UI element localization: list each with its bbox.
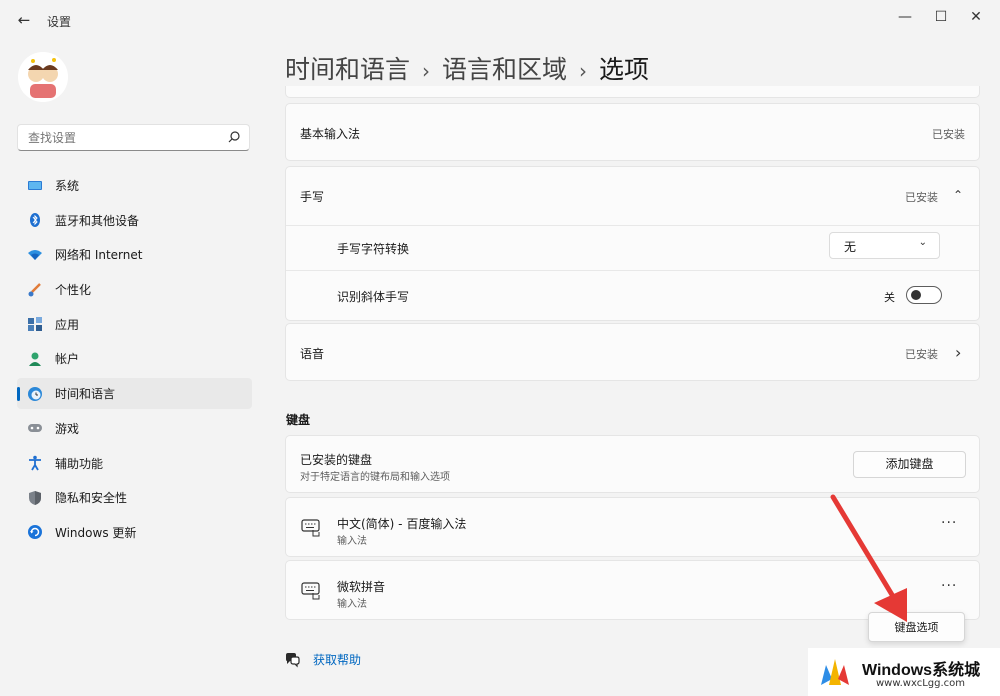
accessibility-icon xyxy=(29,455,41,471)
person-icon xyxy=(29,352,41,366)
title-bar: ← 设置 — ☐ ✕ xyxy=(0,0,1000,40)
sidebar-item-label: 应用 xyxy=(55,317,80,332)
divider xyxy=(286,270,979,271)
divider xyxy=(286,225,979,226)
sidebar-item-label: 网络和 Internet xyxy=(55,248,143,263)
speech-status: 已安装 xyxy=(905,348,938,361)
app-title: 设置 xyxy=(47,15,72,29)
sidebar-item-label: Windows 更新 xyxy=(55,525,137,540)
get-help-label: 获取帮助 xyxy=(313,653,362,667)
keyboard-type: 输入法 xyxy=(337,599,367,610)
breadcrumb-time-language[interactable]: 时间和语言 xyxy=(285,55,410,84)
keyboard-item-microsoft-pinyin[interactable]: 微软拼音 输入法 ··· xyxy=(285,560,980,620)
speech-title: 语音 xyxy=(300,347,325,361)
sidebar-item-label: 系统 xyxy=(55,179,80,193)
more-options-icon[interactable]: ··· xyxy=(941,515,957,531)
search-icon[interactable] xyxy=(227,130,241,144)
italic-handwriting-toggle[interactable] xyxy=(906,286,942,304)
keyboard-name: 中文(简体) - 百度输入法 xyxy=(337,517,467,531)
monitor-icon xyxy=(28,180,42,190)
globe-clock-icon xyxy=(28,386,42,401)
breadcrumb: 时间和语言 › 语言和区域 › 选项 xyxy=(285,50,649,86)
back-icon[interactable]: ← xyxy=(14,10,34,30)
watermark-title: Windows系统城 xyxy=(862,662,981,679)
breadcrumb-separator: › xyxy=(422,59,431,83)
sidebar-item-label: 个性化 xyxy=(55,283,92,298)
page-title: 选项 xyxy=(599,55,650,84)
keyboard-icon xyxy=(301,519,320,537)
handwriting-conversion-label: 手写字符转换 xyxy=(337,242,410,256)
sidebar-item-windows-update[interactable]: Windows 更新 xyxy=(17,517,252,548)
get-help-link[interactable]: 获取帮助 xyxy=(284,651,361,668)
sidebar-item-label: 游戏 xyxy=(55,421,80,436)
speech-card[interactable]: 语音 已安装 › xyxy=(285,323,980,381)
watermark-url: www.wxcLgg.com xyxy=(876,678,966,689)
gamepad-icon xyxy=(28,424,42,433)
bluetooth-icon xyxy=(30,213,40,228)
sidebar-item-label: 蓝牙和其他设备 xyxy=(55,213,140,228)
shield-icon xyxy=(29,490,41,505)
close-button[interactable]: ✕ xyxy=(961,7,991,27)
chevron-down-icon: ⌄ xyxy=(918,237,927,248)
keyboard-name: 微软拼音 xyxy=(337,580,386,594)
keyboard-section-heading: 键盘 xyxy=(286,413,311,427)
basic-input-card[interactable]: 基本输入法 已安装 xyxy=(285,103,980,161)
basic-input-status: 已安装 xyxy=(932,128,965,141)
basic-input-title: 基本输入法 xyxy=(300,127,361,141)
dropdown-value: 无 xyxy=(844,240,857,254)
sidebar-item-system[interactable]: 系统 xyxy=(17,170,252,201)
avatar[interactable] xyxy=(18,52,68,102)
keyboard-item-baidu[interactable]: 中文(简体) - 百度输入法 输入法 ··· xyxy=(285,497,980,557)
brush-icon xyxy=(28,282,41,297)
handwriting-title: 手写 xyxy=(300,190,325,204)
installed-keyboards-subtitle: 对于特定语言的键布局和输入选项 xyxy=(300,472,450,483)
breadcrumb-separator: › xyxy=(579,59,588,83)
italic-toggle-state: 关 xyxy=(884,291,895,304)
sidebar-item-privacy[interactable]: 隐私和安全性 xyxy=(17,482,252,513)
search-input[interactable] xyxy=(17,124,250,151)
windows-logo-icon xyxy=(821,659,849,685)
installed-keyboards-title: 已安装的键盘 xyxy=(300,453,373,467)
sidebar-item-label: 帐户 xyxy=(55,352,80,367)
add-keyboard-button[interactable]: 添加键盘 xyxy=(853,451,966,478)
sidebar-item-accounts[interactable]: 帐户 xyxy=(17,343,252,374)
chevron-right-icon: › xyxy=(955,343,962,362)
more-options-icon[interactable]: ··· xyxy=(941,578,957,594)
sidebar-item-label: 辅助功能 xyxy=(55,456,104,471)
keyboard-type: 输入法 xyxy=(337,536,367,547)
maximize-button[interactable]: ☐ xyxy=(926,7,956,27)
breadcrumb-language-region[interactable]: 语言和区域 xyxy=(442,55,567,84)
handwriting-conversion-dropdown[interactable]: 无 ⌄ xyxy=(829,232,940,259)
sidebar-item-accessibility[interactable]: 辅助功能 xyxy=(17,448,252,479)
sidebar-item-label: 隐私和安全性 xyxy=(55,491,128,506)
toggle-knob xyxy=(911,290,921,300)
sidebar-nav: 系统 蓝牙和其他设备 网络和 Internet 个性化 应用 帐户 时间和语言 … xyxy=(17,170,252,552)
sidebar-item-apps[interactable]: 应用 xyxy=(17,309,252,340)
sidebar-item-network[interactable]: 网络和 Internet xyxy=(17,239,252,270)
minimize-button[interactable]: — xyxy=(890,7,920,27)
sidebar-item-gaming[interactable]: 游戏 xyxy=(17,413,252,444)
keyboard-icon xyxy=(301,582,320,600)
update-icon xyxy=(28,525,42,540)
keyboard-options-button[interactable]: 键盘选项 xyxy=(868,612,965,642)
previous-card-edge xyxy=(285,86,980,98)
watermark: Windows系统城 www.wxcLgg.com xyxy=(808,648,1000,696)
sidebar-item-personalization[interactable]: 个性化 xyxy=(17,274,252,305)
apps-icon xyxy=(28,317,42,332)
sidebar-item-bluetooth[interactable]: 蓝牙和其他设备 xyxy=(17,205,252,236)
help-icon xyxy=(286,652,300,667)
chevron-up-icon: ⌃ xyxy=(953,188,964,202)
italic-handwriting-label: 识别斜体手写 xyxy=(337,290,410,304)
wifi-icon xyxy=(28,249,42,260)
sidebar-item-time-language[interactable]: 时间和语言 xyxy=(17,378,252,410)
handwriting-header[interactable]: 手写 已安装 ⌃ xyxy=(286,167,979,225)
handwriting-status: 已安装 xyxy=(905,191,938,204)
sidebar-item-label: 时间和语言 xyxy=(55,387,116,402)
